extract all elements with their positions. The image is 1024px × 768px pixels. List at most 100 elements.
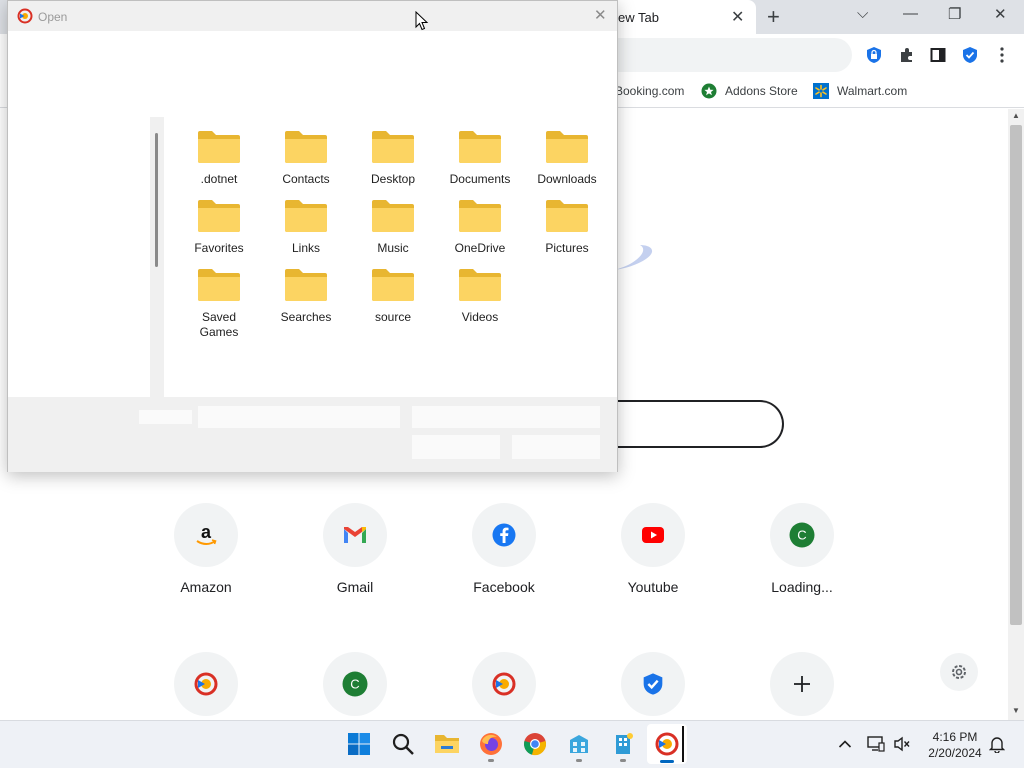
minimize-button[interactable]: — xyxy=(903,5,918,22)
file-explorer-icon[interactable] xyxy=(433,730,461,758)
shortcut-app-4[interactable] xyxy=(598,652,708,716)
folder-icon xyxy=(459,131,501,163)
folder-item[interactable]: Saved Games xyxy=(179,268,259,340)
shield-check-icon xyxy=(621,652,685,716)
shortcut-app-3[interactable] xyxy=(449,652,559,716)
extensions-icon[interactable] xyxy=(896,44,918,66)
file-name-label xyxy=(139,410,192,424)
app-logo-icon xyxy=(17,8,33,24)
clock[interactable]: 4:16 PM 2/20/2024 xyxy=(924,729,986,761)
bookmark-label: Walmart.com xyxy=(837,84,908,98)
folder-label: .dotnet xyxy=(200,172,238,186)
folder-item[interactable]: Music xyxy=(353,199,433,256)
folder-label: Videos xyxy=(461,310,499,324)
shortcut-app-2[interactable]: C xyxy=(300,652,410,716)
active-app-indicator xyxy=(660,760,674,763)
folder-item[interactable]: Documents xyxy=(440,130,520,187)
page-scrollbar-thumb[interactable] xyxy=(1010,125,1022,625)
gear-icon xyxy=(952,665,966,679)
mouse-pointer-icon xyxy=(415,11,429,31)
walmart-icon xyxy=(813,83,829,99)
shortcut-app-1[interactable] xyxy=(151,652,261,716)
folder-item[interactable]: Searches xyxy=(266,268,346,325)
firefox-icon[interactable] xyxy=(477,730,505,758)
folder-item[interactable]: Pictures xyxy=(527,199,607,256)
chrome-icon[interactable] xyxy=(521,730,549,758)
gmail-icon xyxy=(323,503,387,567)
tab-close-icon[interactable]: ✕ xyxy=(731,7,744,27)
bookmark-addons-store[interactable]: Addons Store xyxy=(701,82,798,100)
folder-item[interactable]: Favorites xyxy=(179,199,259,256)
shortcut-label: Youtube xyxy=(627,579,679,595)
folder-icon xyxy=(285,269,327,301)
folder-item[interactable]: Links xyxy=(266,199,346,256)
bookmark-booking[interactable]: Booking.com xyxy=(615,82,684,100)
folder-icon xyxy=(372,131,414,163)
shortcut-loading[interactable]: C Loading... xyxy=(747,503,857,595)
folder-item[interactable]: source xyxy=(353,268,433,325)
shortcut-label: Gmail xyxy=(336,579,374,595)
svg-text:C: C xyxy=(797,528,806,543)
file-type-select[interactable] xyxy=(412,406,600,428)
volume-muted-icon[interactable] xyxy=(888,730,916,758)
tab-title: ew Tab xyxy=(618,10,659,25)
app-building-2-icon[interactable] xyxy=(609,730,637,758)
folder-label: Music xyxy=(377,241,409,255)
amazon-icon: a xyxy=(174,503,238,567)
folder-item[interactable]: Videos xyxy=(440,268,520,325)
customize-button[interactable] xyxy=(940,653,978,691)
folder-item[interactable]: Downloads xyxy=(527,130,607,187)
dialog-close-button[interactable]: ✕ xyxy=(594,6,607,24)
shield-check-icon[interactable] xyxy=(959,44,981,66)
side-panel-icon[interactable] xyxy=(927,44,949,66)
folder-icon xyxy=(285,200,327,232)
shortcut-youtube[interactable]: Youtube xyxy=(598,503,708,595)
folder-label: OneDrive xyxy=(454,241,506,255)
navigation-pane[interactable] xyxy=(8,117,150,397)
scroll-down-icon[interactable]: ▼ xyxy=(1010,706,1022,715)
folder-item[interactable]: OneDrive xyxy=(440,199,520,256)
scroll-up-icon[interactable]: ▲ xyxy=(1010,111,1022,120)
app-logo-icon xyxy=(174,652,238,716)
shortcut-gmail[interactable]: Gmail xyxy=(300,503,410,595)
dialog-toolbar-area xyxy=(8,31,617,117)
text-caret xyxy=(682,726,684,762)
tab-new-tab[interactable]: ew Tab ✕ xyxy=(600,0,756,34)
file-name-input[interactable] xyxy=(198,406,400,428)
app-building-icon[interactable] xyxy=(565,730,593,758)
clock-time: 4:16 PM xyxy=(932,730,978,744)
add-shortcut-button[interactable] xyxy=(747,652,857,716)
menu-kebab-icon[interactable] xyxy=(991,44,1013,66)
dialog-title-bar[interactable]: Open ✕ xyxy=(8,1,617,31)
folder-item[interactable]: Contacts xyxy=(266,130,346,187)
folder-item[interactable]: Desktop xyxy=(353,130,433,187)
close-window-button[interactable]: ✕ xyxy=(994,5,1007,23)
search-icon[interactable] xyxy=(389,730,417,758)
open-button[interactable] xyxy=(412,435,500,459)
notification-bell-icon[interactable] xyxy=(983,730,1011,758)
shortcut-amazon[interactable]: a Amazon xyxy=(151,503,261,595)
bookmark-walmart[interactable]: Walmart.com xyxy=(813,82,907,100)
network-icon[interactable] xyxy=(862,730,890,758)
folder-label: Favorites xyxy=(194,241,244,255)
cancel-button[interactable] xyxy=(512,435,600,459)
tab-search-chevron-icon[interactable]: ⌵ xyxy=(857,5,868,22)
app-logo-icon[interactable] xyxy=(653,730,681,758)
address-bar[interactable] xyxy=(600,38,852,72)
folder-item[interactable]: .dotnet xyxy=(179,130,259,187)
app-logo-icon xyxy=(472,652,536,716)
restore-button[interactable]: ❐ xyxy=(948,5,961,23)
start-icon[interactable] xyxy=(345,730,373,758)
running-indicator xyxy=(488,759,494,762)
folder-label: Contacts xyxy=(282,172,330,186)
folder-icon xyxy=(198,131,240,163)
folder-label: Documents xyxy=(449,172,511,186)
password-manager-icon[interactable] xyxy=(863,44,885,66)
chevron-up-icon[interactable] xyxy=(831,730,859,758)
folder-icon xyxy=(198,200,240,232)
shortcut-facebook[interactable]: Facebook xyxy=(449,503,559,595)
shortcut-label: Loading... xyxy=(771,579,833,595)
letter-c-icon: C xyxy=(323,652,387,716)
navigation-pane-scroll-thumb[interactable] xyxy=(155,133,158,267)
new-tab-button[interactable]: + xyxy=(767,4,780,30)
